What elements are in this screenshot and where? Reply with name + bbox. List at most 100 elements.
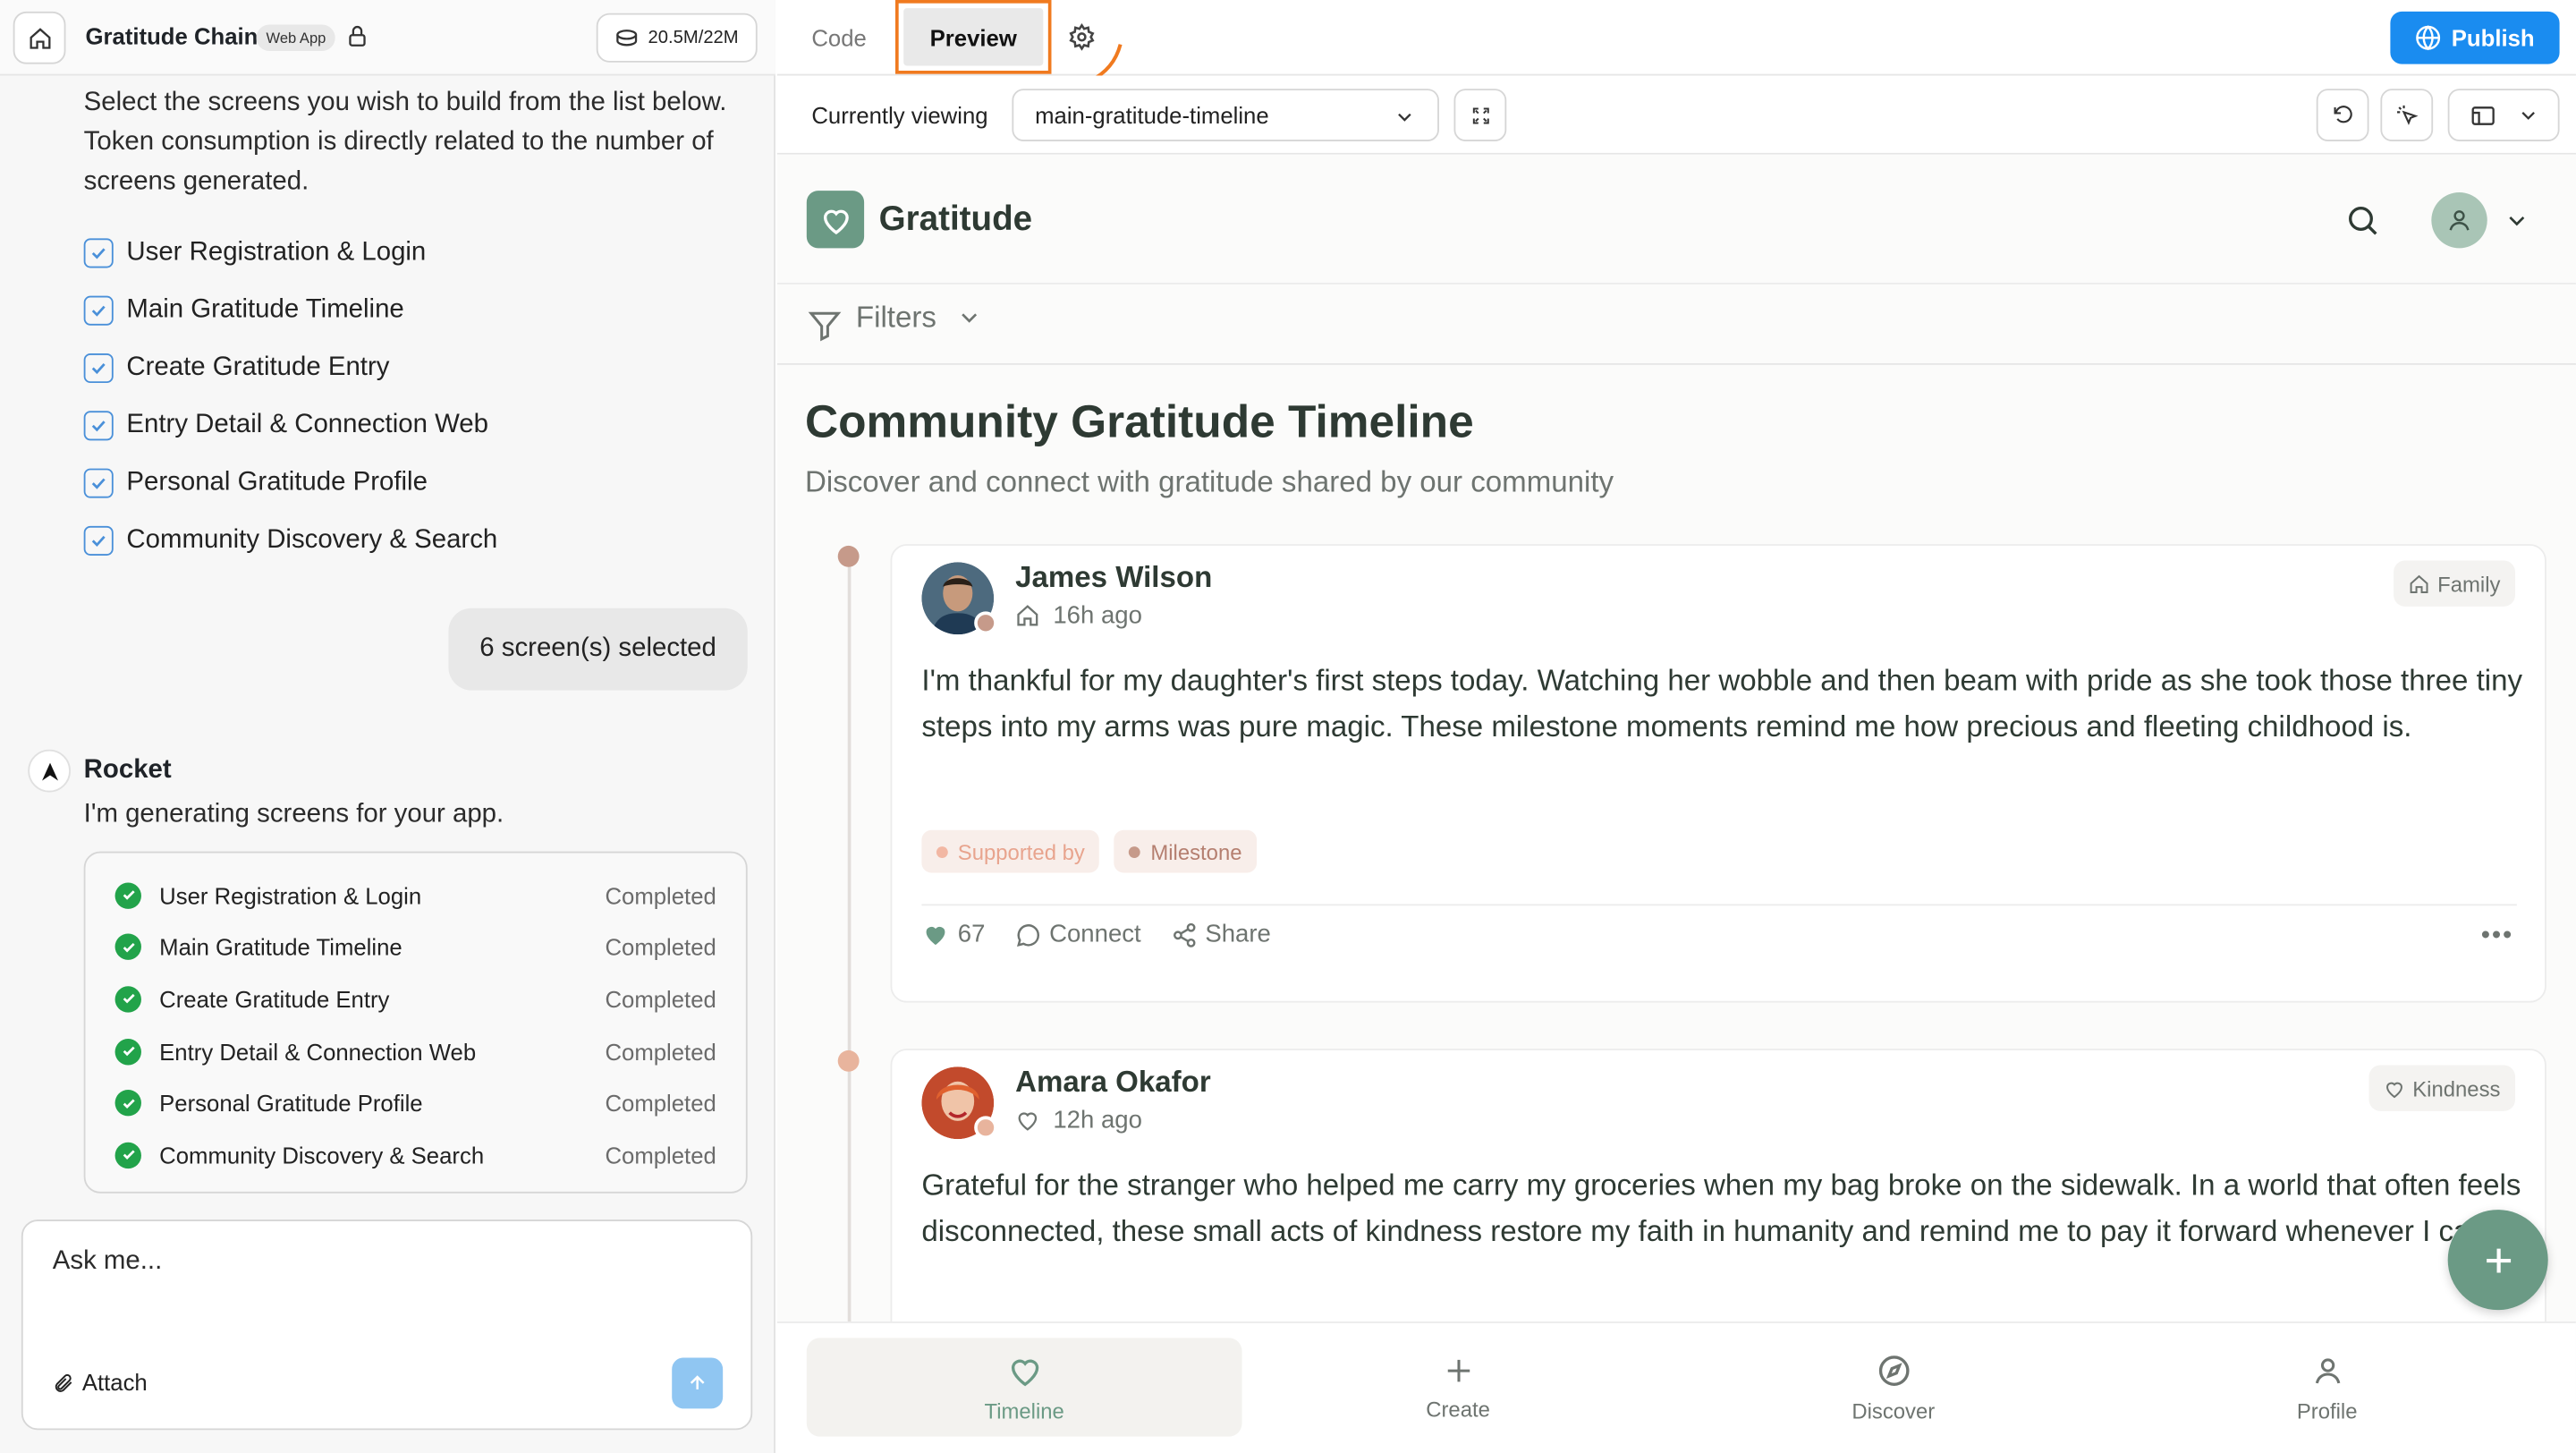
attach-button[interactable]: Attach: [53, 1369, 148, 1396]
tag-chip[interactable]: Supported by: [921, 829, 1100, 873]
gear-icon[interactable]: [1068, 22, 1096, 51]
token-usage-text: 20.5M/22M: [648, 28, 739, 48]
send-button[interactable]: [672, 1357, 724, 1409]
like-button[interactable]: 67: [921, 921, 985, 948]
progress-status: Completed: [605, 986, 716, 1013]
user-icon: [2314, 1357, 2340, 1383]
screen-select[interactable]: main-gratitude-timeline: [1012, 89, 1439, 141]
category-label: Family: [2437, 571, 2501, 596]
create-entry-fab[interactable]: [2447, 1210, 2548, 1311]
tab-code[interactable]: Code: [811, 25, 866, 51]
app-root: Gratitude Chain Web App 20.5M/22M Select…: [0, 0, 2576, 1453]
refresh-icon: [2334, 106, 2352, 123]
home-button[interactable]: [13, 11, 66, 64]
nav-profile[interactable]: Profile: [2109, 1338, 2545, 1436]
filters-bar[interactable]: [776, 285, 2576, 365]
chat-header: Gratitude Chain Web App 20.5M/22M: [0, 0, 775, 76]
viewport-select[interactable]: [2447, 89, 2560, 141]
ask-input[interactable]: [52, 1247, 710, 1278]
select-element-button[interactable]: [2380, 89, 2434, 141]
screen-option-label: Create Gratitude Entry: [126, 353, 390, 381]
connect-button[interactable]: Connect: [1015, 921, 1141, 948]
author-name[interactable]: Amara Okafor: [1015, 1065, 1211, 1100]
publish-button[interactable]: Publish: [2390, 11, 2560, 64]
progress-screen-name: User Registration & Login: [159, 882, 422, 909]
checkbox-checked[interactable]: [83, 353, 114, 383]
brand-name: Gratitude: [878, 200, 1033, 239]
refresh-button[interactable]: [2316, 89, 2369, 141]
timeline-dot: [837, 1049, 860, 1072]
tag-chip[interactable]: Milestone: [1114, 829, 1258, 873]
user-message-bubble: 6 screen(s) selected: [448, 608, 748, 691]
tag-dot: [1129, 845, 1141, 858]
rocket-icon: [41, 761, 58, 780]
progress-status: Completed: [605, 1142, 716, 1168]
assistant-message: I'm generating screens for your app.: [83, 800, 504, 828]
screen-option-label: User Registration & Login: [126, 237, 427, 266]
author-name[interactable]: James Wilson: [1015, 560, 1212, 595]
monitor-icon: [2470, 106, 2494, 124]
lock-icon[interactable]: [345, 23, 370, 49]
paperclip-icon: [55, 1373, 72, 1391]
app-name: Gratitude Chain: [85, 22, 258, 50]
app-type-badge: Web App: [256, 24, 336, 51]
chevron-down-icon: [2521, 112, 2535, 120]
fullscreen-button[interactable]: [1453, 89, 1507, 141]
message-circle-icon: [1016, 923, 1039, 947]
screen-option[interactable]: User Registration & Login: [83, 224, 498, 281]
category-label: Kindness: [2412, 1075, 2501, 1100]
checkbox-checked[interactable]: [83, 294, 114, 325]
share-button[interactable]: Share: [1171, 921, 1271, 948]
category-badge: Kindness: [2368, 1065, 2515, 1111]
complete-check-icon: [114, 1038, 141, 1065]
brand-logo[interactable]: [806, 191, 865, 249]
progress-row: Entry Detail & Connection Web Completed: [114, 1025, 716, 1077]
tag-label: Supported by: [957, 838, 1085, 864]
screen-option[interactable]: Main Gratitude Timeline: [83, 281, 498, 338]
screen-option[interactable]: Personal Gratitude Profile: [83, 454, 498, 511]
checkbox-checked[interactable]: [83, 467, 114, 497]
home-icon: [29, 27, 50, 48]
chevron-down-icon: [962, 313, 978, 323]
heart-filled-icon: [926, 926, 945, 946]
checkbox-checked[interactable]: [83, 410, 114, 440]
filters-label[interactable]: Filters: [856, 301, 936, 336]
plus-icon: [2486, 1247, 2511, 1272]
nav-label: Discover: [1852, 1398, 1936, 1423]
nav-discover[interactable]: Discover: [1675, 1338, 2111, 1436]
heart-icon: [1018, 1112, 1038, 1131]
screen-option[interactable]: Entry Detail & Connection Web: [83, 396, 498, 454]
complete-check-icon: [114, 986, 141, 1013]
screen-option[interactable]: Community Discovery & Search: [83, 511, 498, 568]
progress-screen-name: Entry Detail & Connection Web: [159, 1038, 477, 1065]
globe-icon: [2416, 25, 2441, 51]
chevron-down-icon[interactable]: [2505, 208, 2529, 232]
author-status-dot: [974, 1116, 997, 1140]
gratitude-card[interactable]: James Wilson 16h ago Family I'm thankful…: [890, 544, 2546, 1003]
progress-status: Completed: [605, 934, 716, 961]
heart-icon: [823, 208, 848, 234]
screen-option-label: Personal Gratitude Profile: [126, 467, 428, 496]
token-usage-button[interactable]: 20.5M/22M: [596, 13, 758, 63]
post-body: Grateful for the stranger who helped me …: [921, 1168, 2521, 1248]
timeline-dot: [837, 545, 860, 567]
nav-label: Timeline: [984, 1398, 1064, 1423]
screen-option-label: Main Gratitude Timeline: [126, 294, 404, 323]
checkbox-checked[interactable]: [83, 524, 114, 556]
search-icon[interactable]: [2344, 202, 2380, 238]
screen-select-intro: Select the screens you wish to build fro…: [83, 89, 727, 196]
user-avatar[interactable]: [2431, 191, 2487, 249]
progress-row: User Registration & Login Completed: [114, 870, 716, 922]
nav-timeline[interactable]: Timeline: [806, 1338, 1242, 1437]
assistant-avatar: [28, 749, 71, 793]
nav-create[interactable]: Create: [1241, 1338, 1676, 1436]
bottom-navigation: Timeline Create Discover Profile: [776, 1321, 2576, 1453]
category-badge: Family: [2393, 560, 2515, 607]
screen-option[interactable]: Create Gratitude Entry: [83, 338, 498, 395]
home-icon: [1017, 605, 1038, 626]
arrow-up-icon: [690, 1375, 705, 1389]
post-time: 12h ago: [1053, 1106, 1142, 1134]
checkbox-checked[interactable]: [83, 237, 114, 268]
chat-panel: Gratitude Chain Web App 20.5M/22M Select…: [0, 0, 775, 1453]
more-options-icon[interactable]: •••: [2481, 922, 2513, 952]
